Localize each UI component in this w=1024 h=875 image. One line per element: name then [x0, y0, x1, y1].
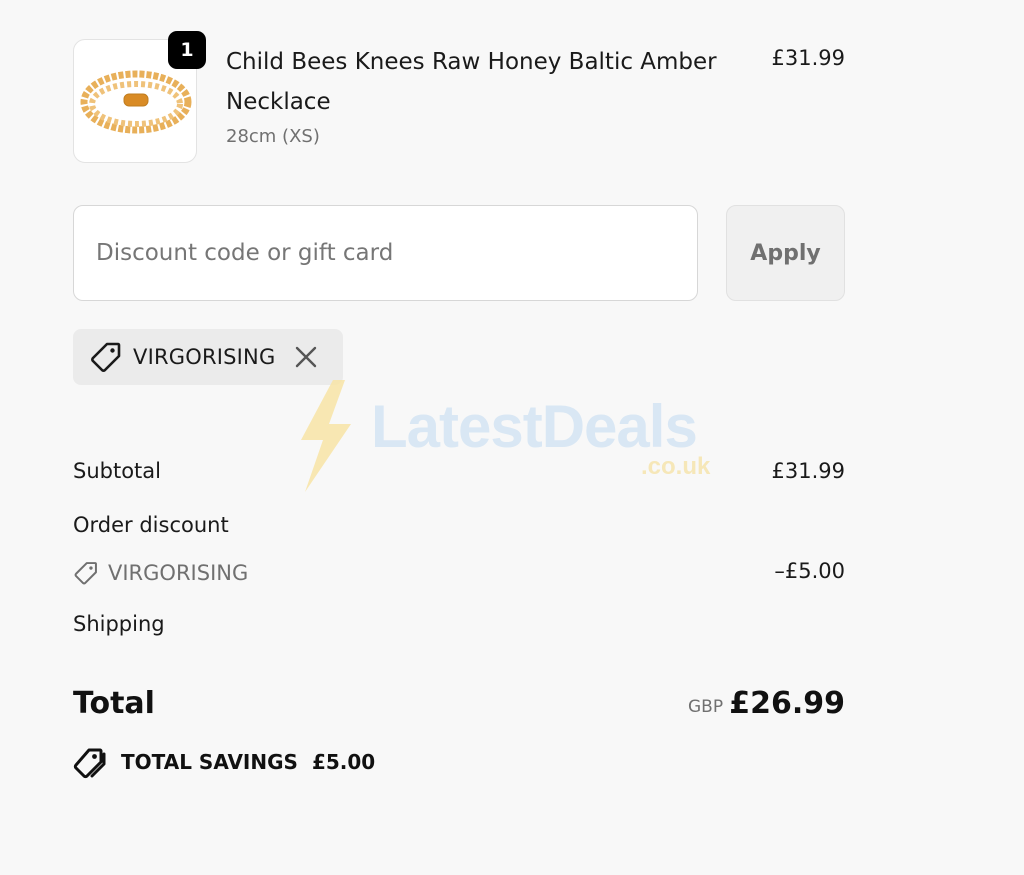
bolt-icon [301, 380, 351, 492]
currency-label: GBP [688, 697, 724, 717]
discount-value: –£5.00 [774, 559, 845, 583]
tag-icon [73, 560, 99, 586]
product-variant: 28cm (XS) [226, 126, 320, 147]
product-name: Child Bees Knees Raw Honey Baltic Amber … [226, 49, 717, 115]
discount-code-row: VIRGORISING [73, 560, 248, 586]
discount-code-input[interactable] [74, 206, 697, 300]
total-savings: TOTAL SAVINGS £5.00 [73, 745, 375, 779]
watermark: LatestDeals .co.uk [293, 378, 733, 493]
apply-button[interactable]: Apply [726, 205, 845, 301]
order-summary: 1 Child Bees Knees Raw Honey Baltic Ambe… [73, 0, 845, 875]
discount-code-name: VIRGORISING [108, 561, 249, 585]
watermark-sub: .co.uk [641, 453, 711, 480]
tags-icon [73, 745, 107, 779]
quantity-badge: 1 [168, 31, 206, 69]
shipping-label: Shipping [73, 612, 165, 636]
total-label: Total [73, 686, 155, 721]
subtotal-label: Subtotal [73, 459, 161, 483]
close-icon[interactable] [293, 344, 319, 370]
watermark-main: LatestDeals [371, 393, 698, 460]
total-value: £26.99 [729, 686, 845, 721]
subtotal-value: £31.99 [771, 459, 845, 483]
order-discount-label: Order discount [73, 513, 229, 537]
applied-discount-chip: VIRGORISING [73, 329, 343, 385]
discount-code-field[interactable] [73, 205, 698, 301]
savings-value: £5.00 [311, 750, 376, 774]
product-price: £31.99 [771, 46, 845, 70]
tag-icon [89, 340, 123, 374]
savings-label: TOTAL SAVINGS [121, 750, 298, 774]
applied-code-label: VIRGORISING [133, 345, 276, 369]
